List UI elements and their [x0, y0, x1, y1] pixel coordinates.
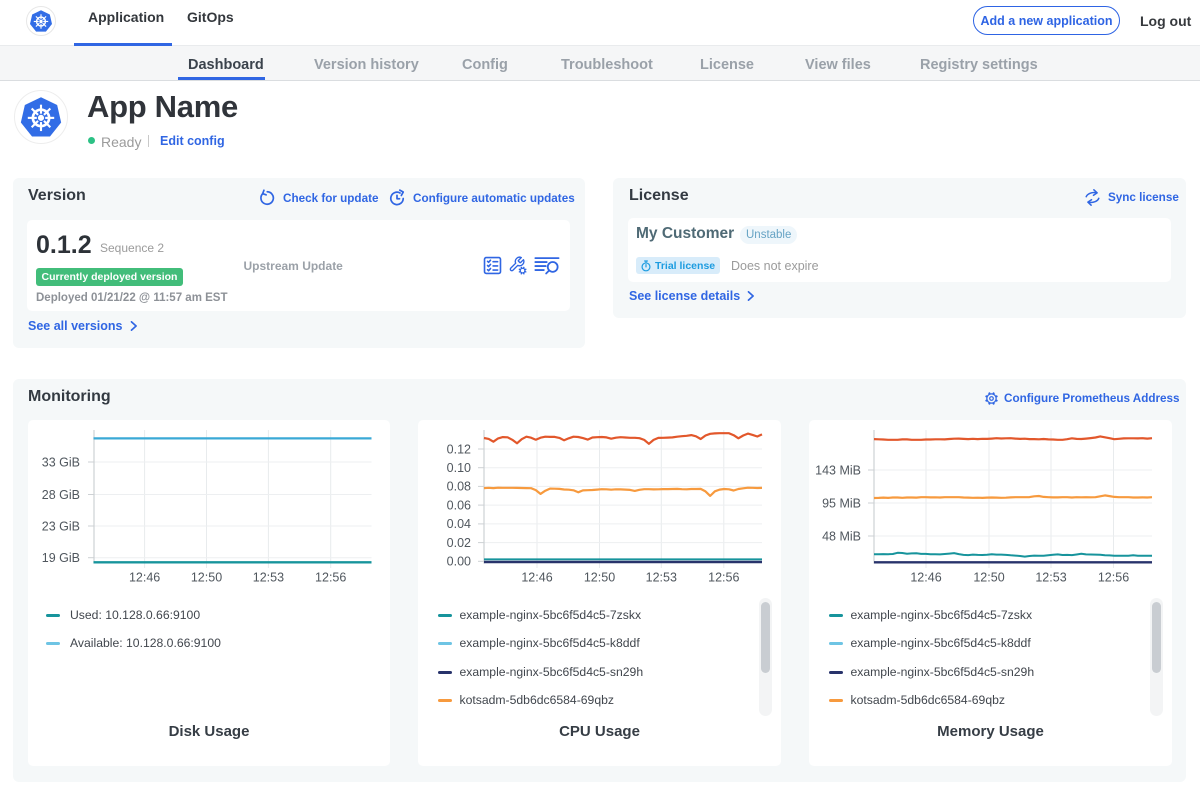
- svg-text:12:56: 12:56: [315, 571, 346, 585]
- svg-text:12:46: 12:46: [910, 571, 941, 585]
- svg-text:0.04: 0.04: [447, 517, 471, 531]
- svg-text:0.00: 0.00: [447, 555, 471, 569]
- svg-text:19 GiB: 19 GiB: [42, 551, 80, 565]
- svg-text:12:53: 12:53: [253, 571, 284, 585]
- svg-text:12:46: 12:46: [521, 571, 552, 585]
- svg-text:143 MiB: 143 MiB: [815, 463, 861, 477]
- svg-text:28 GiB: 28 GiB: [42, 488, 80, 502]
- svg-text:23 GiB: 23 GiB: [42, 519, 80, 533]
- svg-text:12:56: 12:56: [1098, 571, 1129, 585]
- svg-text:33 GiB: 33 GiB: [42, 455, 80, 469]
- svg-text:12:46: 12:46: [129, 571, 160, 585]
- svg-text:0.08: 0.08: [447, 480, 471, 494]
- svg-text:95 MiB: 95 MiB: [822, 496, 861, 510]
- svg-text:12:50: 12:50: [584, 571, 615, 585]
- svg-text:12:56: 12:56: [708, 571, 739, 585]
- svg-text:12:53: 12:53: [1035, 571, 1066, 585]
- svg-text:48 MiB: 48 MiB: [822, 529, 861, 543]
- svg-text:12:50: 12:50: [191, 571, 222, 585]
- svg-text:12:53: 12:53: [646, 571, 677, 585]
- svg-text:12:50: 12:50: [973, 571, 1004, 585]
- svg-text:0.02: 0.02: [447, 536, 471, 550]
- svg-text:0.06: 0.06: [447, 498, 471, 512]
- svg-text:0.12: 0.12: [447, 442, 471, 456]
- svg-text:0.10: 0.10: [447, 461, 471, 475]
